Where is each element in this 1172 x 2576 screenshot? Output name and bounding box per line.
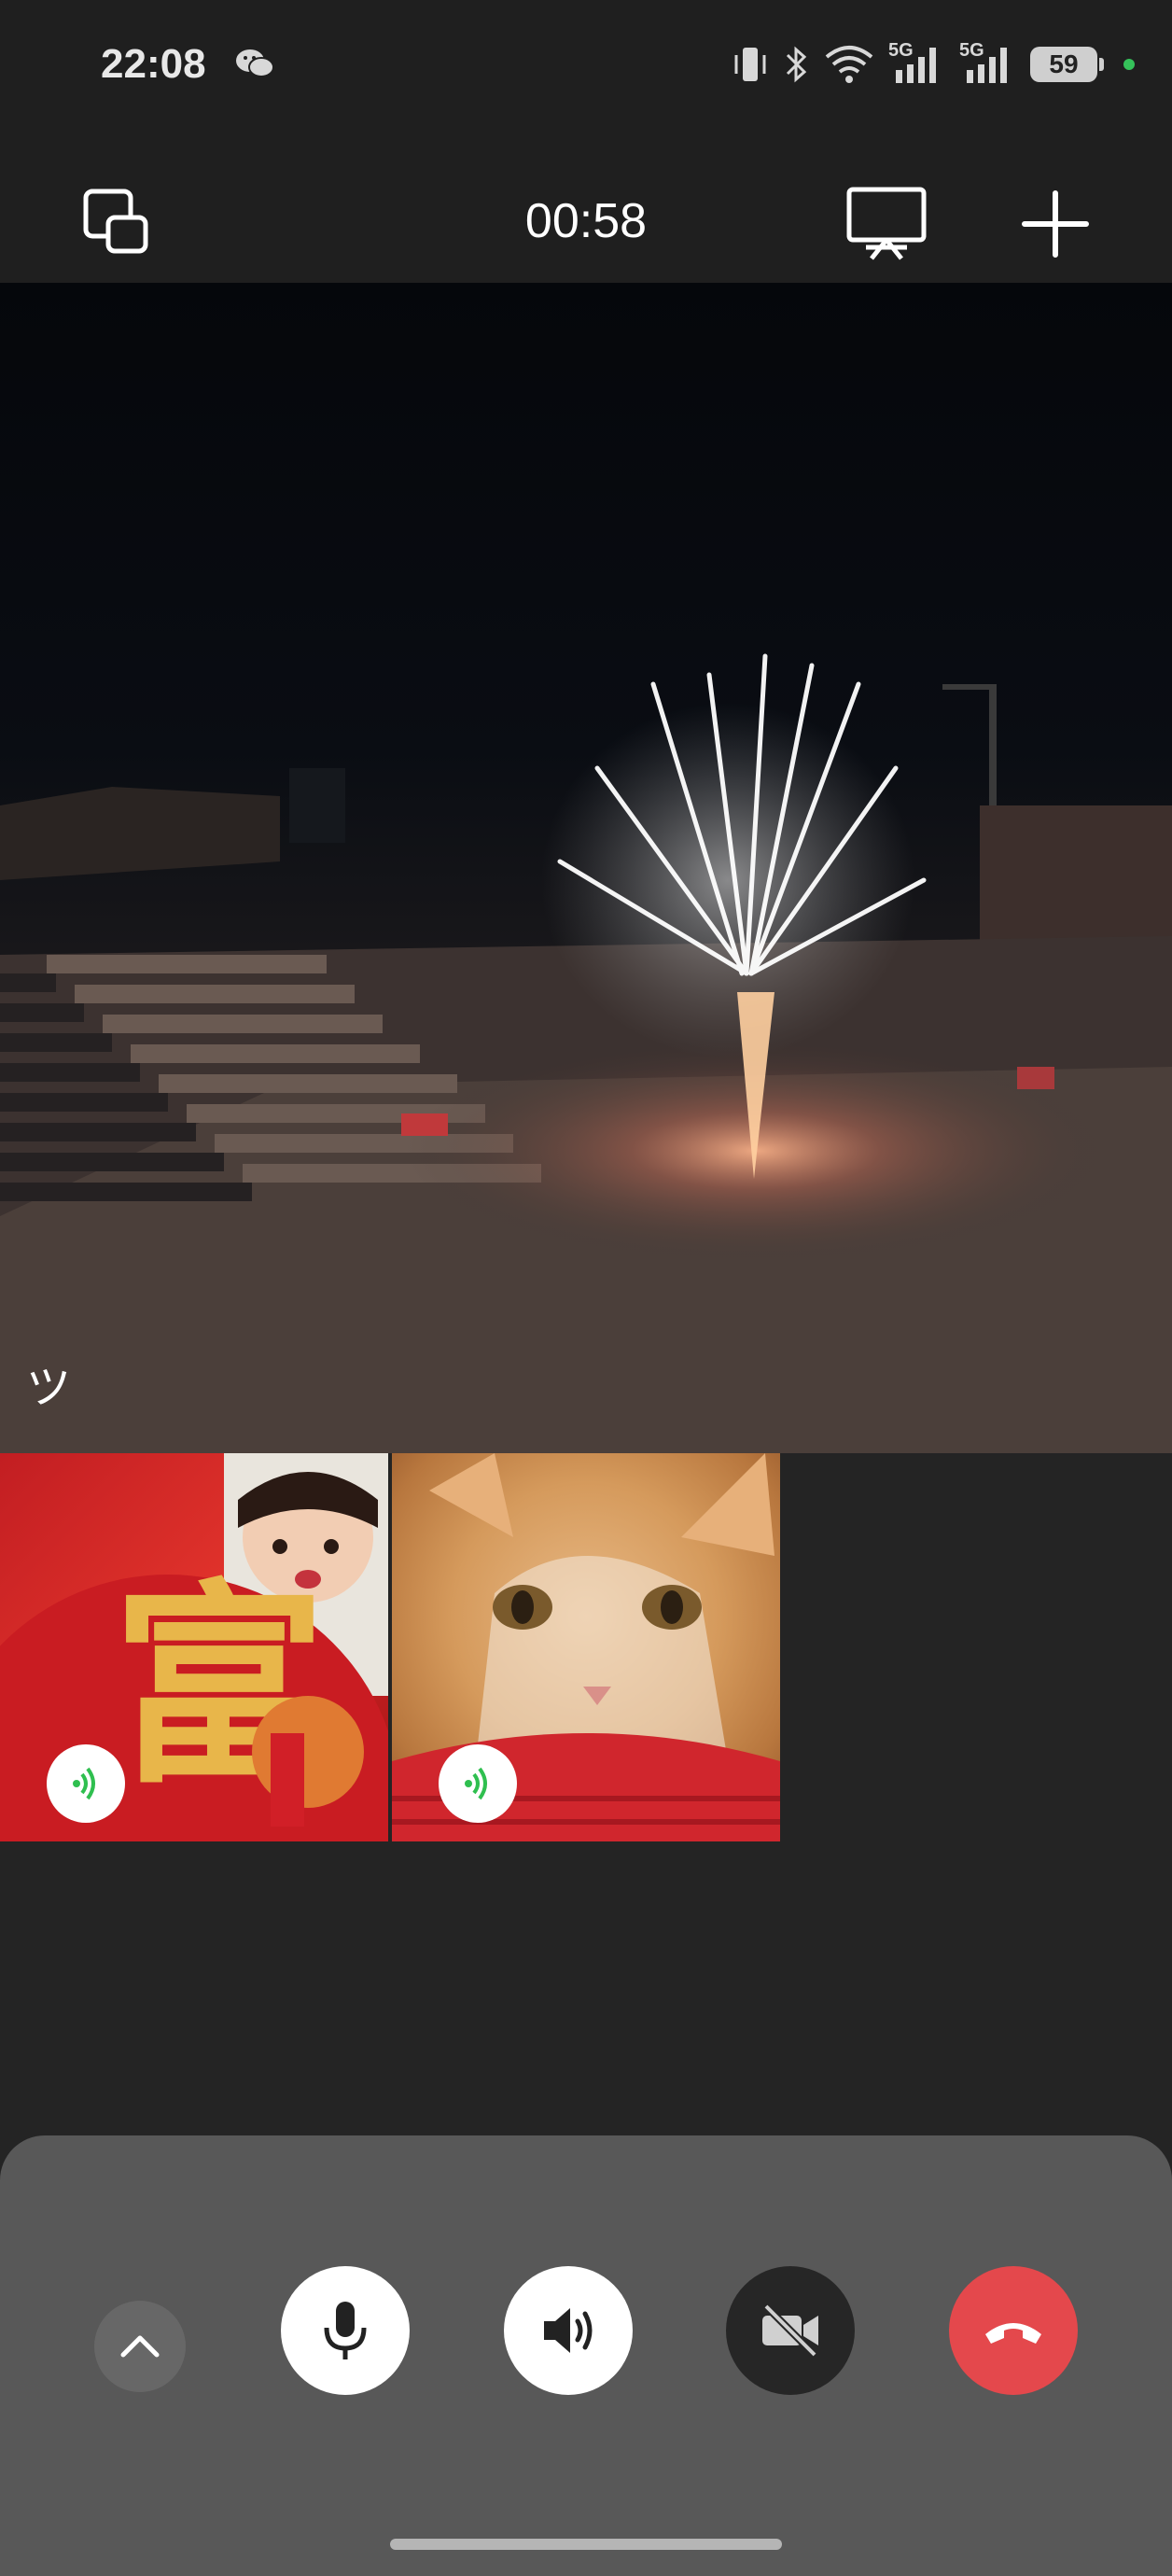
screen-share-icon[interactable]: [844, 184, 929, 260]
call-timer: 00:58: [524, 194, 648, 248]
signal-icon: [967, 48, 1007, 83]
vibrate-icon: [734, 48, 766, 81]
participant-name-label: ツ: [26, 1364, 72, 1413]
wifi-icon: [825, 46, 873, 83]
status-bar: 22:08 5G 5G 59: [0, 0, 1172, 135]
camera-toggle-button[interactable]: [726, 2266, 855, 2395]
hang-up-icon: [985, 2323, 1041, 2344]
call-header: 00:58: [0, 135, 1172, 283]
chevron-up-icon: [120, 2335, 160, 2358]
signal-2: 5G: [959, 40, 1017, 85]
status-time: 22:08: [101, 41, 206, 87]
camera-off-icon: [762, 2303, 818, 2358]
hang-up-button[interactable]: [949, 2266, 1078, 2395]
fireworks-video-frame: [0, 653, 1172, 1453]
status-icons: 5G 5G 59: [732, 40, 1135, 88]
add-participant-icon[interactable]: [1021, 189, 1090, 259]
signal-1: 5G: [888, 40, 946, 85]
signal-icon: [896, 48, 936, 83]
participant-thumbnail-2[interactable]: [392, 1453, 780, 1841]
home-indicator[interactable]: [390, 2539, 782, 2550]
microphone-button[interactable]: [281, 2266, 410, 2395]
speaker-icon: [544, 2308, 593, 2353]
speaking-indicator-icon: [47, 1744, 125, 1823]
bluetooth-icon: [786, 46, 807, 83]
wechat-icon: [236, 49, 274, 77]
speaking-indicator-icon: [439, 1744, 517, 1823]
participant-thumbnail-1[interactable]: 富: [0, 1453, 388, 1841]
main-video-feed[interactable]: ツ: [0, 283, 1172, 1453]
battery-icon: 59: [1030, 47, 1104, 82]
speaker-button[interactable]: [504, 2266, 633, 2395]
expand-controls-button[interactable]: [94, 2301, 186, 2392]
privacy-indicator-dot: [1123, 59, 1135, 70]
microphone-icon: [324, 2302, 367, 2359]
